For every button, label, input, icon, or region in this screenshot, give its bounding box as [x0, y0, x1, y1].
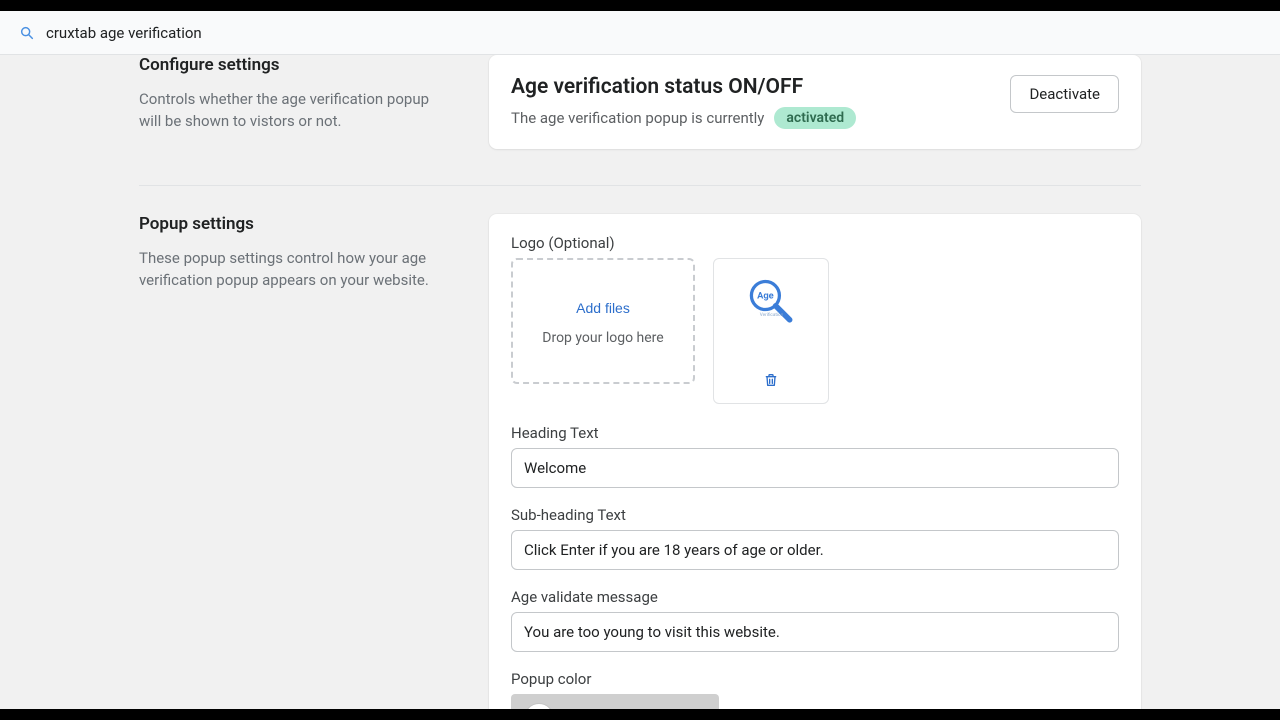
logo-preview: Age Verification	[713, 258, 829, 404]
popup-color-picker[interactable]: #ffffff ▼	[511, 694, 719, 709]
configure-heading: Configure settings	[139, 55, 449, 75]
status-card: Age verification status ON/OFF The age v…	[489, 55, 1141, 149]
trash-icon	[763, 372, 779, 388]
search-icon	[18, 24, 36, 42]
heading-text-input[interactable]	[511, 448, 1119, 488]
validate-message-input[interactable]	[511, 612, 1119, 652]
letterbox-top	[0, 0, 1280, 11]
status-badge: activated	[774, 107, 856, 129]
magnifier-age-icon: Age Verification	[743, 275, 799, 331]
popup-color-label: Popup color	[511, 670, 1119, 688]
popup-heading: Popup settings	[139, 214, 449, 234]
logo-label: Logo (Optional)	[511, 234, 1119, 252]
app-title: cruxtab age verification	[46, 24, 202, 42]
app-header: cruxtab age verification	[0, 11, 1280, 55]
popup-desc: These popup settings control how your ag…	[139, 248, 449, 292]
drop-hint: Drop your logo here	[542, 330, 663, 346]
status-title: Age verification status ON/OFF	[511, 75, 998, 99]
svg-text:Age: Age	[757, 290, 774, 301]
delete-logo-button[interactable]	[759, 368, 783, 395]
logo-dropzone[interactable]: Add files Drop your logo here	[511, 258, 695, 384]
section-popup: Popup settings These popup settings cont…	[139, 185, 1141, 709]
subheading-text-label: Sub-heading Text	[511, 506, 1119, 524]
deactivate-button[interactable]: Deactivate	[1010, 75, 1119, 113]
add-files-button[interactable]: Add files	[564, 296, 642, 320]
section-configure: Configure settings Controls whether the …	[139, 55, 1141, 177]
heading-text-label: Heading Text	[511, 424, 1119, 442]
letterbox-bottom	[0, 709, 1280, 720]
validate-message-label: Age validate message	[511, 588, 1119, 606]
popup-card: Logo (Optional) Add files Drop your logo…	[489, 214, 1141, 709]
page-scroll[interactable]: Configure settings Controls whether the …	[0, 55, 1280, 709]
configure-desc: Controls whether the age verification po…	[139, 89, 449, 133]
subheading-text-input[interactable]	[511, 530, 1119, 570]
status-text: The age verification popup is currently	[511, 109, 764, 127]
